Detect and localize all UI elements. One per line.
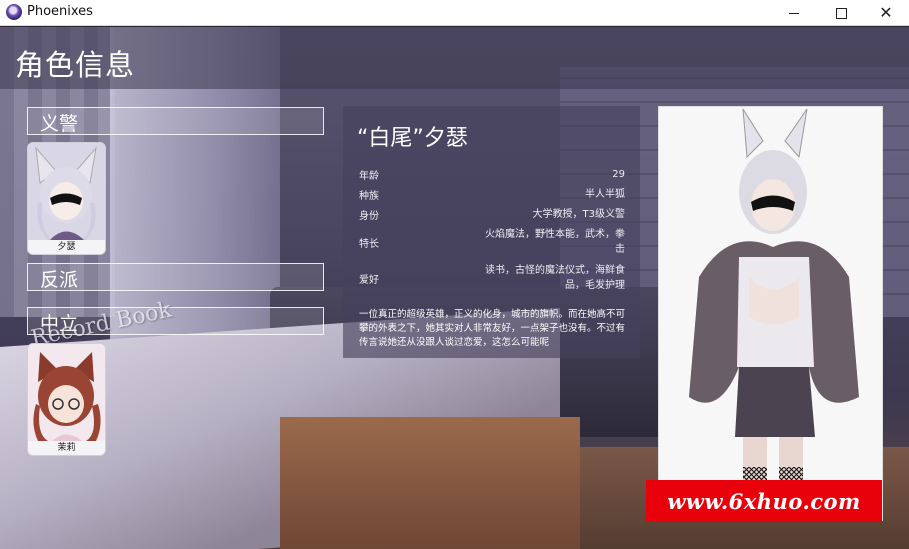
character-card-name: 夕瑟 (28, 240, 105, 254)
character-portrait (658, 106, 883, 521)
character-title: “白尾”夕瑟 (357, 120, 468, 152)
character-info-panel: “白尾”夕瑟 年龄 29 种族 半人半狐 身份 大学教授，T3级义警 特长 火焰… (343, 106, 640, 358)
game-scene: 角色信息 义警 夕瑟 反派 中立 Record Book 茉莉 “白尾”夕瑟 年… (0, 27, 909, 549)
minimize-icon (789, 12, 799, 14)
window-title: Phoenixes (27, 4, 93, 19)
info-key: 特长 (359, 239, 379, 250)
info-key: 种族 (359, 191, 379, 202)
minimize-button[interactable] (771, 0, 817, 26)
character-full-body-art (659, 107, 882, 520)
character-card-moli[interactable]: 茉莉 (27, 343, 106, 456)
character-card-name: 茉莉 (28, 441, 105, 455)
watermark-banner: www.6xhuo.com (646, 480, 882, 522)
info-row-skills: 特长 火焰魔法，野性本能，武术，拳击 (359, 227, 625, 257)
character-moli-avatar (28, 344, 105, 441)
info-value: 大学教授，T3级义警 (532, 209, 625, 220)
info-value: 读书，古怪的魔法仪式，海鲜食品，毛发护理 (485, 265, 625, 291)
character-card-xise[interactable]: 夕瑟 (27, 142, 106, 255)
character-nickname: “白尾” (357, 126, 424, 151)
close-button[interactable]: ✕ (863, 0, 909, 26)
category-label: 义警 (40, 113, 79, 135)
maximize-icon (835, 7, 847, 19)
window-title-bar: Phoenixes ✕ (0, 0, 909, 26)
header-band (0, 27, 909, 89)
category-villain-button[interactable]: 反派 (27, 263, 324, 291)
info-row-hobbies: 爱好 读书，古怪的魔法仪式，海鲜食品，毛发护理 (359, 263, 625, 293)
info-value: 29 (612, 169, 625, 180)
character-bio: 一位真正的超级英雄，正义的化身，城市的旗帜。而在她高不可攀的外表之下，她其实对人… (359, 309, 626, 348)
info-key: 身份 (359, 211, 379, 222)
app-icon (6, 4, 22, 20)
category-label: 反派 (40, 269, 79, 291)
page-title: 角色信息 (15, 48, 136, 82)
character-xise-avatar (28, 143, 105, 240)
watermark-text: www.6xhuo.com (667, 488, 861, 514)
category-vigilante-button[interactable]: 义警 (27, 107, 324, 135)
close-icon: ✕ (879, 3, 893, 22)
info-value: 火焰魔法，野性本能，武术，拳击 (485, 229, 625, 255)
info-key: 爱好 (359, 275, 379, 286)
character-name: 夕瑟 (423, 126, 468, 151)
info-value: 半人半狐 (585, 189, 625, 200)
background-table-wood (280, 417, 580, 549)
maximize-button[interactable] (818, 0, 864, 26)
info-key: 年龄 (359, 171, 379, 182)
